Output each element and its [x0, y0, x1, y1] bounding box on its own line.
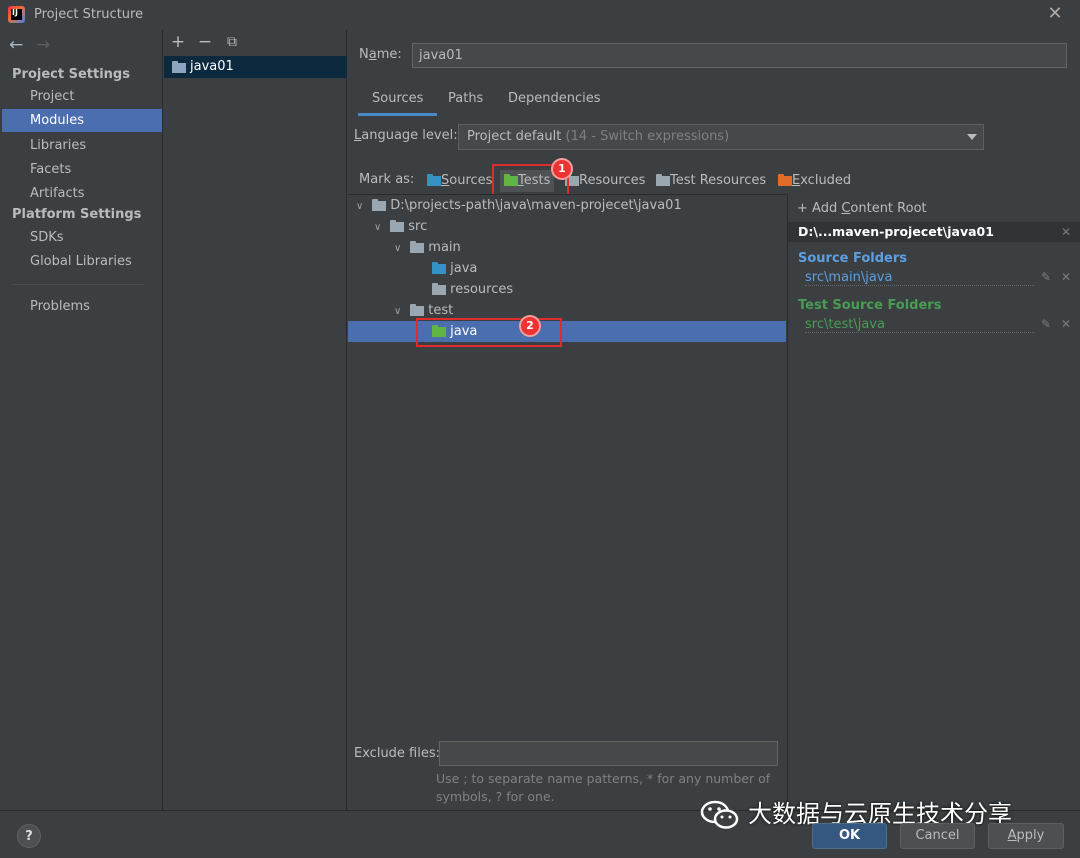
copy-icon[interactable]: ⧉: [223, 33, 241, 51]
tree-row-root[interactable]: ∨ D:\projects-path\java\maven-projecet\j…: [356, 195, 682, 216]
test-source-folders-title: Test Source Folders: [798, 298, 942, 313]
tree-row-main[interactable]: ∨ main: [394, 237, 461, 258]
wechat-icon: [700, 799, 740, 831]
folder-icon: [410, 303, 425, 316]
remove-icon[interactable]: −: [196, 33, 214, 51]
tab-dependencies[interactable]: Dependencies: [508, 90, 601, 116]
remove-root-icon[interactable]: ✕: [1061, 225, 1071, 239]
intellij-logo-icon: IJ: [8, 6, 25, 23]
cancel-button[interactable]: Cancel: [900, 823, 975, 849]
content-root-pane: [787, 194, 1080, 810]
excluded-folder-icon: [778, 173, 792, 186]
nav-section-project-settings: Project Settings: [12, 67, 130, 82]
mark-resources-button[interactable]: Resources: [565, 172, 645, 190]
tab-paths[interactable]: Paths: [448, 90, 483, 116]
language-level-label: Language level:: [354, 128, 458, 143]
chevron-down-icon: ∨: [394, 243, 402, 254]
source-folders-title: Source Folders: [798, 251, 908, 266]
source-folder-entry[interactable]: src\main\java: [805, 270, 1035, 286]
remove-source-icon[interactable]: ✕: [1061, 270, 1071, 284]
source-folder-icon: [432, 261, 446, 274]
nav-section-platform-settings: Platform Settings: [12, 207, 142, 222]
add-content-root-button[interactable]: + Add Content Root: [797, 201, 927, 216]
nav-item-sdks[interactable]: SDKs: [2, 226, 162, 249]
chevron-down-icon: ∨: [394, 306, 402, 317]
name-label: Name:: [359, 47, 402, 62]
nav-item-problems[interactable]: Problems: [2, 295, 162, 318]
content-root-header: D:\...maven-projecet\java01: [788, 222, 1080, 242]
chevron-down-icon: ∨: [356, 201, 364, 212]
remove-test-source-icon[interactable]: ✕: [1061, 317, 1071, 331]
source-tree: [348, 194, 786, 740]
tree-row-src[interactable]: ∨ src: [374, 216, 427, 237]
module-row-java01[interactable]: java01: [164, 56, 347, 78]
module-list-pane: [164, 30, 347, 810]
back-arrow-icon[interactable]: ←: [9, 35, 23, 55]
apply-button[interactable]: Apply: [988, 823, 1064, 849]
add-icon[interactable]: +: [169, 33, 187, 51]
exclude-files-label: Exclude files:: [354, 746, 441, 761]
tree-row-main-java[interactable]: java: [432, 258, 477, 279]
nav-item-facets[interactable]: Facets: [2, 158, 162, 181]
source-folder-icon: [427, 173, 441, 186]
nav-item-artifacts[interactable]: Artifacts: [2, 182, 162, 205]
folder-icon: [410, 240, 425, 253]
exclude-files-input[interactable]: [439, 741, 778, 766]
nav-divider: [12, 284, 145, 285]
test-source-folder-entry[interactable]: src\test\java: [805, 317, 1035, 333]
help-button[interactable]: ?: [17, 824, 41, 848]
language-level-select[interactable]: Project default (14 - Switch expressions…: [458, 124, 984, 150]
mark-excluded-button[interactable]: Excluded: [778, 172, 851, 190]
ok-button[interactable]: OK: [812, 823, 887, 849]
nav-item-project[interactable]: Project: [2, 85, 162, 108]
mark-test-resources-button[interactable]: Test Resources: [656, 172, 766, 190]
module-name: java01: [190, 59, 234, 74]
chevron-down-icon: [967, 134, 977, 140]
forward-arrow-icon[interactable]: →: [36, 35, 50, 55]
chevron-down-icon: ∨: [374, 222, 382, 233]
tab-sources[interactable]: Sources: [358, 90, 438, 116]
nav-item-modules[interactable]: Modules: [2, 109, 162, 132]
nav-item-libraries[interactable]: Libraries: [2, 134, 162, 157]
module-name-input[interactable]: java01: [412, 43, 1067, 68]
test-resources-folder-icon: [656, 173, 670, 186]
nav-item-global-libraries[interactable]: Global Libraries: [2, 250, 162, 273]
close-icon[interactable]: ✕: [1046, 5, 1064, 23]
edit-pencil-icon[interactable]: ✎: [1041, 270, 1051, 284]
edit-pencil-icon[interactable]: ✎: [1041, 317, 1051, 331]
callout-badge-1: 1: [553, 160, 571, 178]
title-bar: [0, 0, 1080, 30]
window-title: Project Structure: [34, 7, 144, 22]
folder-icon: [372, 198, 387, 211]
mark-sources-button[interactable]: Sources: [427, 172, 492, 190]
folder-icon: [432, 282, 446, 295]
mark-as-label: Mark as:: [359, 172, 415, 187]
tree-row-resources[interactable]: resources: [432, 279, 513, 300]
tree-row-test-java[interactable]: java: [348, 321, 786, 342]
module-folder-icon: [172, 61, 186, 73]
callout-box-test-java: [416, 318, 562, 347]
callout-badge-2: 2: [521, 317, 539, 335]
folder-icon: [390, 219, 405, 232]
